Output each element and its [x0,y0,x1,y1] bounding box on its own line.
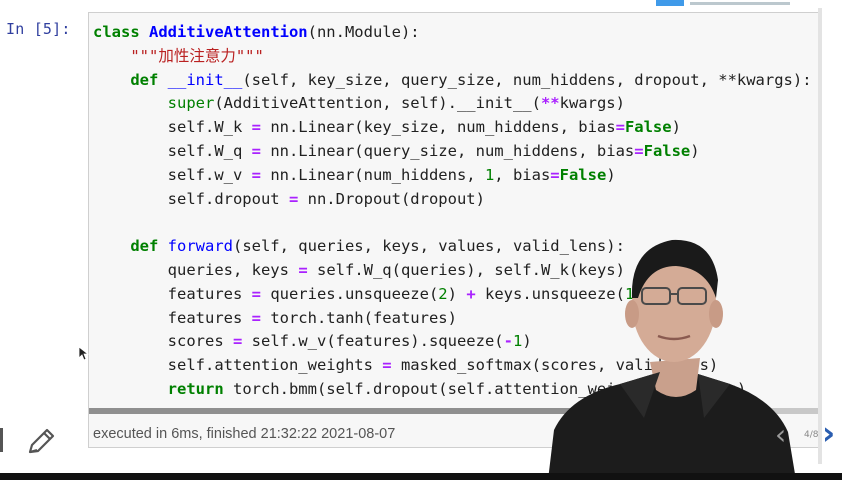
code-token: features [93,284,252,303]
code-token: super [167,94,215,113]
logo-icon [656,0,790,6]
cell-prompt: In [5]: [6,20,71,38]
code-token: nn.Linear(key_size, num_hiddens, bias [260,118,616,137]
code-token: False [559,165,607,184]
code-token: ) [606,165,616,184]
code-line: def __init__(self, key_size, query_size,… [93,69,820,93]
pencil-icon[interactable] [26,426,58,456]
code-token: = [615,118,625,137]
code-token: = [251,308,261,327]
execution-info: executed in 6ms, finished 21:32:22 2021-… [93,426,396,442]
code-token: self.w_v(features).squeeze( [242,332,504,351]
code-line: self.W_q = nn.Linear(query_size, num_hid… [93,140,820,164]
code-token: = [251,118,261,137]
code-token: 1 [512,332,523,351]
code-token: = [550,165,560,184]
code-line: self.w_v = nn.Linear(num_hiddens, 1, bia… [93,164,820,188]
code-token: (nn.Module): [307,23,420,41]
code-token: = [251,165,261,184]
code-token: , bias [494,165,551,184]
code-token: self.attention_weights [93,356,383,375]
code-token: ) [447,284,467,303]
code-line: self.dropout = nn.Dropout(dropout) [93,188,820,212]
code-token: (AdditiveAttention, self).__init__( [214,94,541,113]
code-token: nn.Linear(query_size, num_hiddens, bias [260,141,635,160]
code-token: kwargs) [559,94,625,113]
code-line: """加性注意力""" [93,45,820,69]
code-token: def [130,237,168,256]
notebook-right-edge [818,8,822,464]
code-token: def [130,70,168,89]
code-token: features [93,308,252,327]
code-token: ) [671,118,681,137]
code-token: self.W_q [93,141,252,160]
code-token: + [466,284,476,303]
code-token: class [93,23,149,41]
code-token: 1 [484,165,495,184]
bottom-bar [0,473,842,480]
code-token: = [288,189,299,208]
code-token: = [382,356,392,375]
code-line: class AdditiveAttention(nn.Module): [93,21,820,45]
code-token: = [232,332,243,351]
code-line: self.W_k = nn.Linear(key_size, num_hidde… [93,116,820,140]
code-token: """加性注意力""" [130,46,264,65]
mouse-cursor-icon [79,347,89,361]
code-token: self.w_v [93,165,252,184]
code-token: torch.tanh(features) [260,308,457,327]
code-token: self.dropout [93,189,289,208]
code-token: return [167,379,233,398]
code-token: = [251,141,261,160]
code-token: (self, key_size, query_size, num_hiddens… [242,70,812,89]
code-token: AdditiveAttention [149,23,308,41]
code-token: nn.Dropout(dropout) [298,189,485,208]
code-token: scores [93,332,233,351]
code-token: = [298,260,308,279]
code-token: False [643,141,691,160]
code-token: False [624,118,672,137]
prev-slide-button[interactable]: ‹ [775,418,786,451]
code-token: = [251,284,261,303]
code-token: ** [540,94,560,113]
code-token: = [634,141,644,160]
code-token: self.W_k [93,118,252,137]
chevron-right-icon: › [822,414,836,452]
chevron-left-icon: ‹ [775,418,787,451]
code-token: - [503,332,513,351]
slide-page-number: 4/8 [804,430,819,440]
presenter-video [548,239,796,480]
code-line: super(AdditiveAttention, self).__init__(… [93,92,820,116]
code-token: queries.unsqueeze( [260,284,439,303]
code-token: queries, keys [93,260,299,279]
code-token: nn.Linear(num_hiddens, [260,165,485,184]
cell-bracket [0,428,3,452]
code-token: ) [522,332,532,351]
next-slide-button[interactable]: › [822,414,835,452]
code-token: forward [167,237,233,256]
code-token: ) [690,141,700,160]
code-token: 2 [438,284,448,303]
code-token: __init__ [167,70,243,89]
